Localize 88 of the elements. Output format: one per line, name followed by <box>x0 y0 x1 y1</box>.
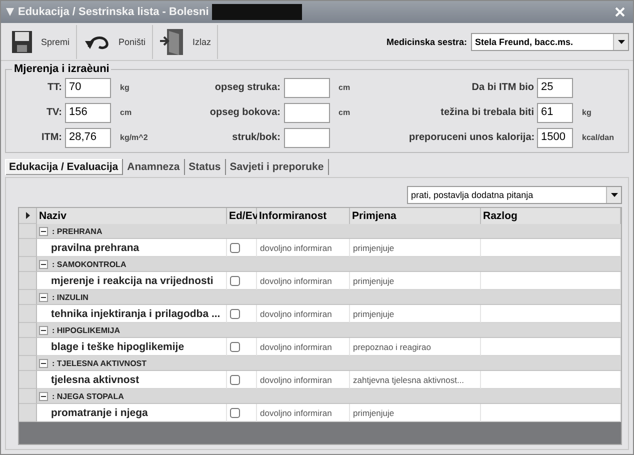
app-icon <box>5 7 15 17</box>
dropdown-arrow-icon <box>610 193 618 197</box>
field-label: Da bi ITM bio <box>470 82 534 93</box>
group-row[interactable]: : INZULIN <box>37 290 621 305</box>
input-field[interactable]: 28,76 <box>65 128 111 148</box>
group-row[interactable]: : SAMOKONTROLA <box>37 257 621 272</box>
collapse-button[interactable] <box>39 292 48 302</box>
save-button[interactable]: Spremi <box>5 24 77 58</box>
row-pointer-icon <box>26 212 30 219</box>
field-label: opseg struka: <box>214 82 280 93</box>
table-cell: blage i teške hipoglikemije <box>37 338 227 356</box>
checkbox[interactable] <box>230 242 240 252</box>
nurse-select[interactable]: Stela Freund, bacc.ms. <box>471 32 629 50</box>
group-name: : INZULIN <box>52 292 88 302</box>
group-name: : HIPOGLIKEMIJA <box>52 326 120 334</box>
tab[interactable]: Edukacija / Evaluacija <box>5 159 124 175</box>
column-header[interactable]: Informiranost <box>257 208 350 224</box>
table-cell: tehnika injektiranja i prilagodba ... <box>37 305 227 323</box>
unit-label: kg <box>581 108 592 117</box>
column-header[interactable]: Primjena <box>350 208 481 224</box>
collapse-button[interactable] <box>39 326 48 334</box>
table-cell: pravilna prehrana <box>37 239 227 257</box>
input-field[interactable]: 70 <box>65 78 111 98</box>
input-field[interactable]: 25 <box>537 78 573 98</box>
table-cell: dovoljno informiran <box>257 338 350 356</box>
table-cell: promatranje i njega <box>37 404 227 422</box>
unit-label: cm <box>119 108 133 117</box>
group-name: : NJEGA STOPALA <box>52 392 124 400</box>
group-row[interactable]: : HIPOGLIKEMIJA <box>37 323 621 338</box>
input-field[interactable] <box>284 102 330 122</box>
column-header[interactable]: Naziv <box>37 208 227 224</box>
field-label: težina bi trebala biti <box>440 107 534 118</box>
group-name: : TJELESNA AKTIVNOST <box>52 358 147 368</box>
unit-label: kcal/dan <box>581 133 616 142</box>
tab[interactable]: Savjeti i preporuke <box>226 159 329 175</box>
collapse-button[interactable] <box>39 358 48 368</box>
table-cell: dovoljno informiran <box>257 272 350 290</box>
input-field[interactable]: 61 <box>537 102 573 122</box>
collapse-button[interactable] <box>39 226 48 236</box>
checkbox[interactable] <box>230 276 240 286</box>
table-cell: prepoznao i reagirao <box>350 338 481 356</box>
column-header[interactable]: Razlog <box>481 208 621 224</box>
nurse-label: Medicinska sestra: <box>386 36 467 46</box>
table-cell: dovoljno informiran <box>257 239 350 257</box>
collapse-button[interactable] <box>39 260 48 268</box>
table-cell: tjelesna aktivnost <box>37 371 227 389</box>
tab[interactable]: Status <box>184 159 226 175</box>
table-cell: primjenjuje <box>350 305 481 323</box>
checkbox[interactable] <box>230 342 240 352</box>
unit-label: cm <box>338 83 352 92</box>
table-cell: dovoljno informiran <box>257 404 350 422</box>
column-header[interactable]: Ed/Ev <box>227 208 257 224</box>
group-row[interactable]: : PREHRANA <box>37 224 621 239</box>
input-field[interactable] <box>284 78 330 98</box>
table-cell: primjenjuje <box>350 239 481 257</box>
tab[interactable]: Anamneza <box>123 159 185 175</box>
group-row[interactable]: : NJEGA STOPALA <box>37 389 621 404</box>
unit-label: kg <box>119 83 130 92</box>
field-label: opseg bokova: <box>208 107 280 118</box>
exit-button[interactable]: Izlaz <box>152 24 218 58</box>
input-field[interactable]: 1500 <box>537 128 573 148</box>
group-name: : PREHRANA <box>52 226 102 236</box>
input-field[interactable] <box>284 128 330 148</box>
table-cell: zahtjevna tjelesna aktivnost... <box>350 371 481 389</box>
group-row[interactable]: : TJELESNA AKTIVNOST <box>37 356 621 371</box>
checkbox[interactable] <box>230 374 240 384</box>
checkbox[interactable] <box>230 408 240 418</box>
field-label: preporuceni unos kalorija: <box>409 132 534 143</box>
table-cell: dovoljno informiran <box>257 371 350 389</box>
group-title: Mjerenja i izraèuni <box>13 63 110 75</box>
table-cell: primjenjuje <box>350 272 481 290</box>
filter-select[interactable]: prati, postavlja dodatna pitanja <box>407 186 622 204</box>
undo-button[interactable]: Poništi <box>76 24 153 58</box>
dropdown-arrow-icon <box>618 40 624 44</box>
field-label: ITM: <box>40 132 62 143</box>
collapse-button[interactable] <box>39 392 48 400</box>
table-cell: dovoljno informiran <box>257 305 350 323</box>
field-label: TT: <box>46 82 62 93</box>
unit-label: cm <box>338 108 352 117</box>
field-label: TV: <box>45 107 62 118</box>
window-title: Edukacija / Sestrinska lista - Bolesni <box>18 6 209 18</box>
field-label: struk/bok: <box>231 132 280 143</box>
door-icon <box>158 28 185 56</box>
checkbox[interactable] <box>230 308 240 318</box>
table-cell: mjerenje i reakcija na vrijednosti <box>37 272 227 290</box>
table-cell: primjenjuje <box>350 404 481 422</box>
group-name: : SAMOKONTROLA <box>52 260 126 268</box>
input-field[interactable]: 156 <box>65 102 111 122</box>
